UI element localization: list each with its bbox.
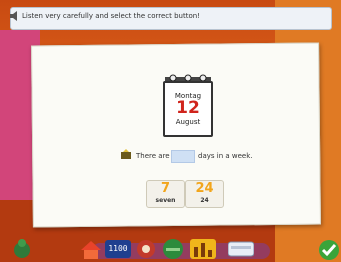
instruction-text: Listen very carefully and select the cor…: [22, 12, 200, 20]
calendar-month: August: [175, 118, 201, 126]
answer-numeral: 24: [195, 181, 214, 196]
answer-numeral: 7: [160, 181, 171, 196]
answer-blank: [171, 150, 195, 163]
question-text-before: There are: [136, 152, 170, 160]
answer-label: 24: [200, 197, 209, 204]
check-icon[interactable]: [318, 239, 340, 261]
answer-button-seven[interactable]: 7 seven: [146, 180, 185, 208]
answer-button-24[interactable]: 24 24: [185, 180, 224, 208]
answer-label: seven: [155, 197, 176, 204]
mascot-icon[interactable]: [10, 236, 34, 260]
calendar-image: Montag 12 August: [163, 81, 213, 137]
clock-display[interactable]: 1100: [105, 240, 131, 258]
keyboard-icon[interactable]: [228, 240, 254, 258]
speaker-icon[interactable]: [9, 10, 21, 22]
globe-icon[interactable]: [162, 238, 184, 260]
sentence-speaker-icon[interactable]: [120, 149, 132, 161]
question-text-after: days in a week.: [198, 152, 253, 160]
calendar-date-number: 12: [176, 98, 200, 118]
home-icon[interactable]: [80, 240, 102, 260]
statistics-icon[interactable]: [190, 239, 216, 259]
settings-icon[interactable]: [136, 239, 156, 259]
